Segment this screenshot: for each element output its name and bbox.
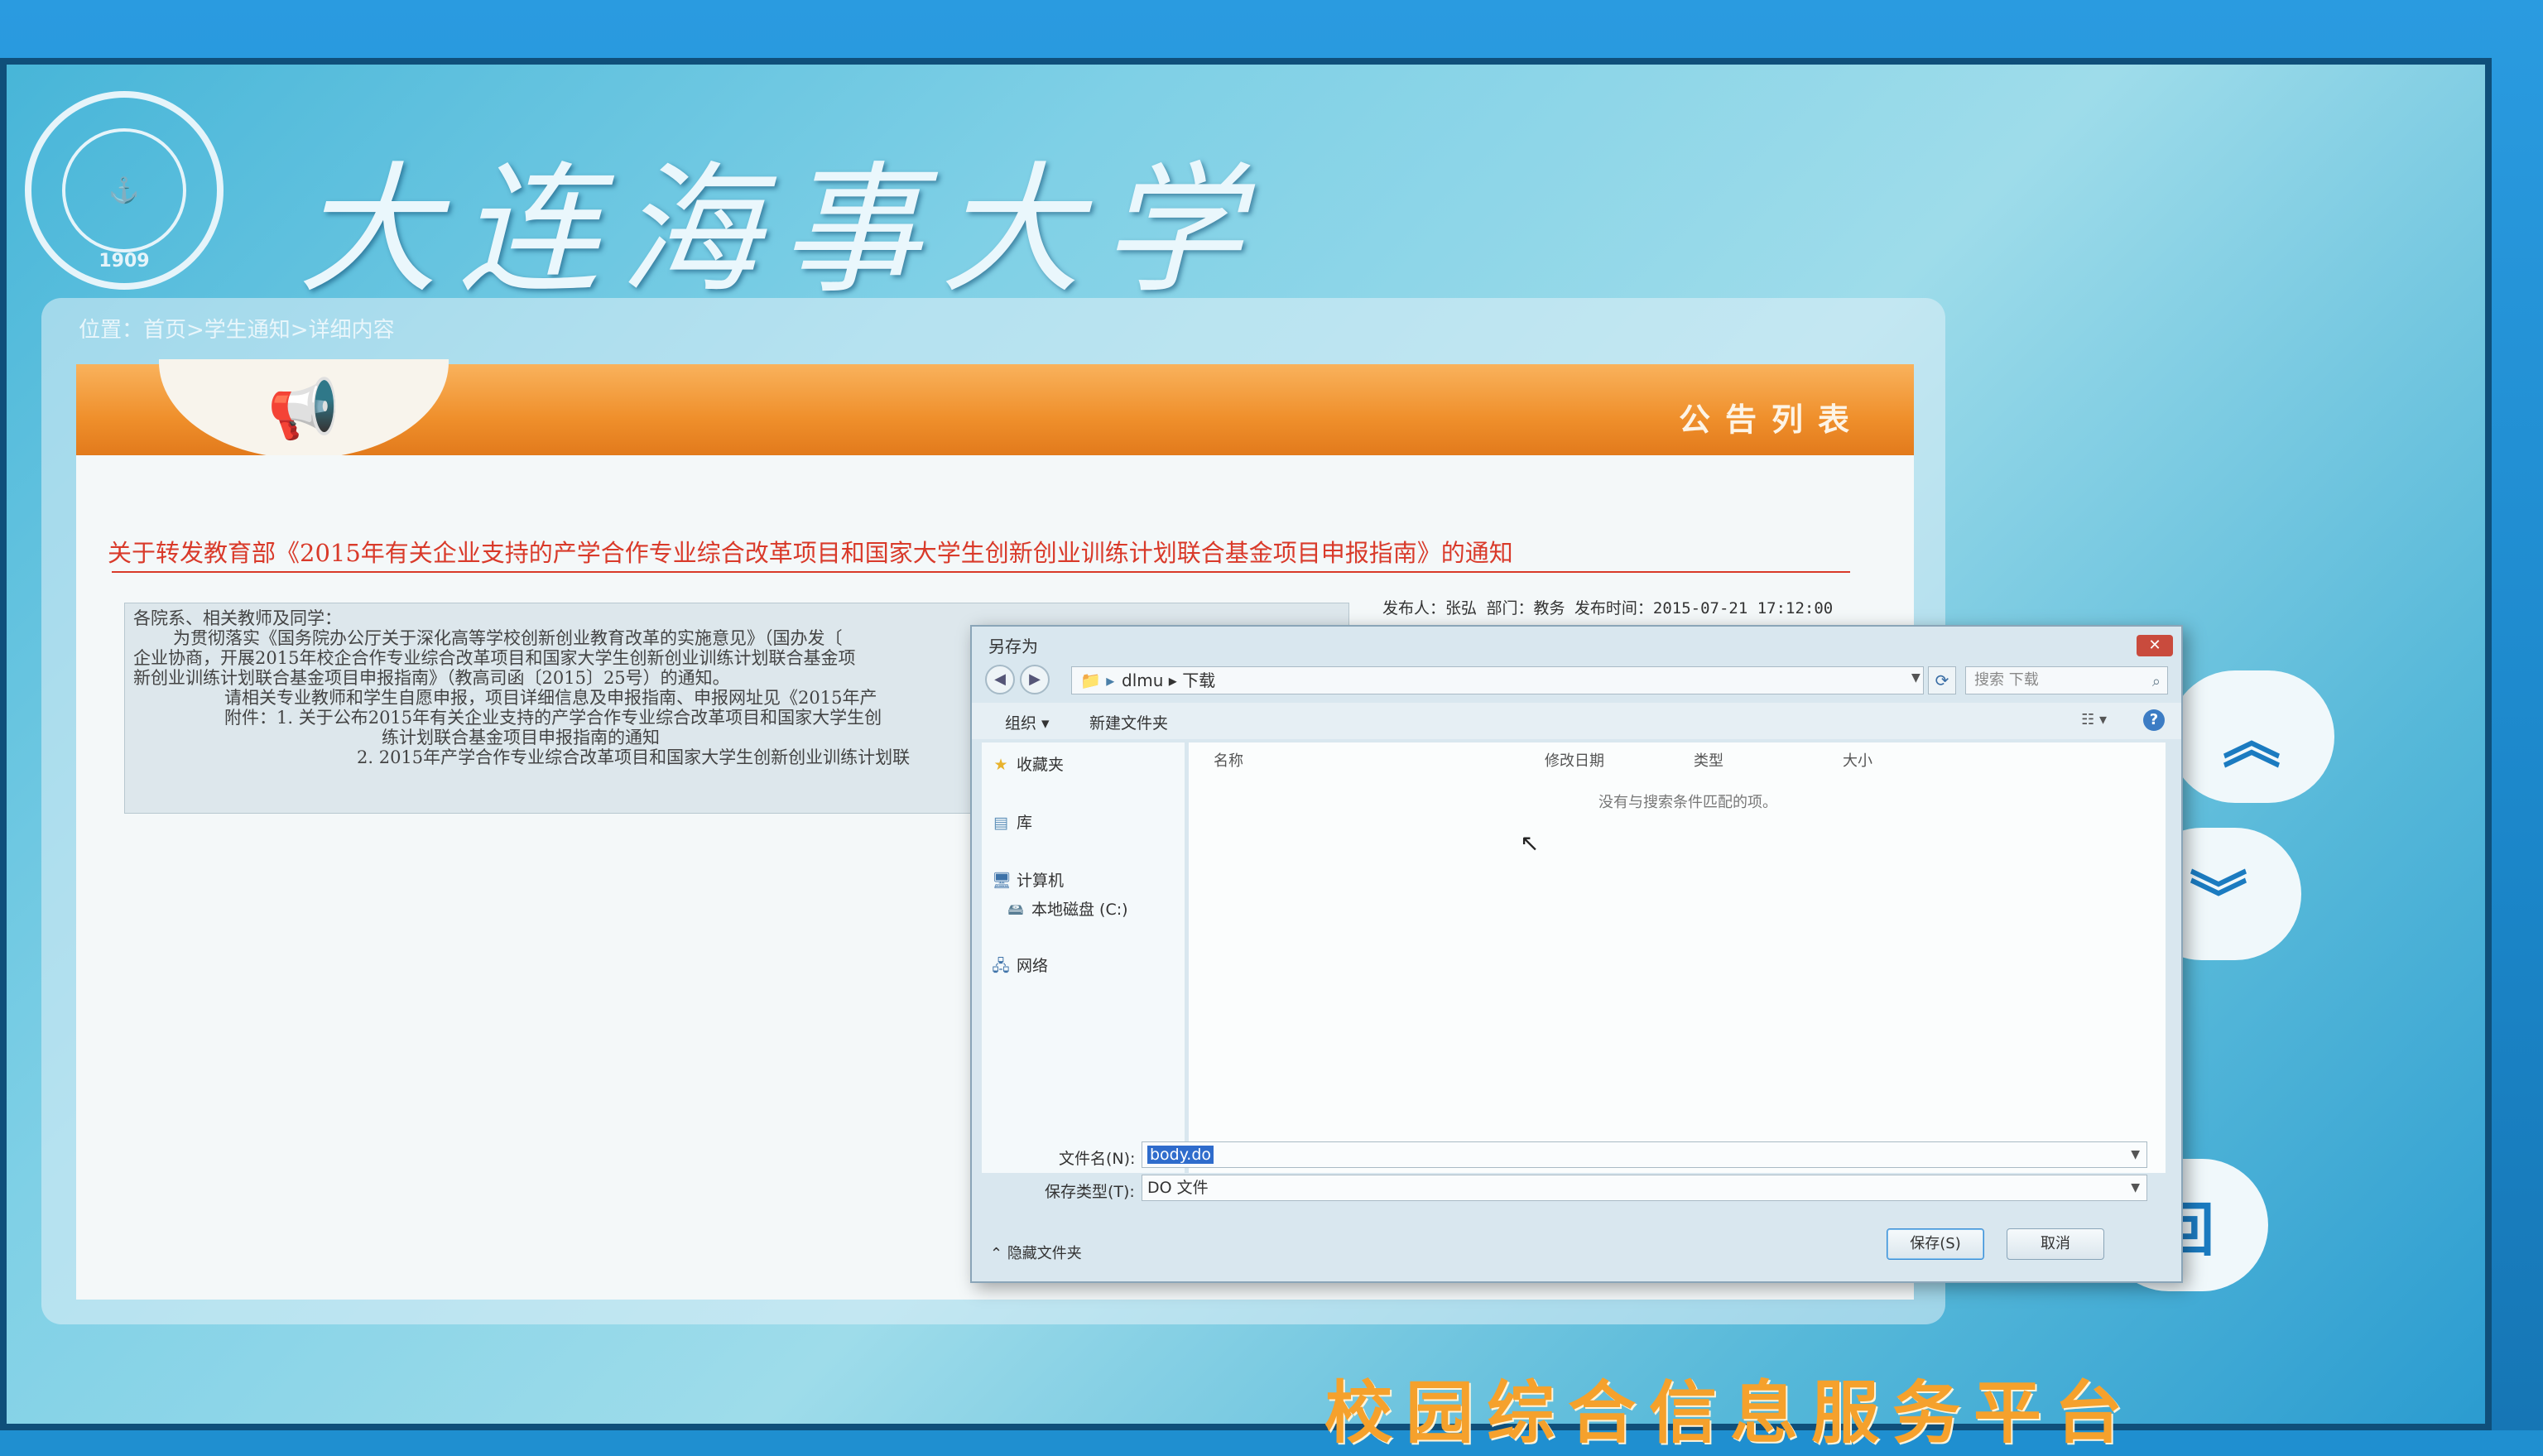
save-as-dialog: 另存为 ✕ ◀ ▶ 📁 ▸ dlmu ▸ 下载 ▼ ⟳ 搜索 下载 ⌕ 组织 ▾… (970, 625, 2183, 1283)
chevron-down-icon[interactable]: ▼ (2131, 1142, 2140, 1167)
filename-value: body.do (1147, 1146, 1214, 1164)
file-list-pane[interactable]: 名称 修改日期 类型 大小 没有与搜索条件匹配的项。 ↖ (1189, 742, 2166, 1173)
breadcrumb: 位置：首页>学生通知>详细内容 (79, 318, 395, 343)
filename-input[interactable]: body.do ▼ (1142, 1141, 2147, 1168)
back-arrow-icon[interactable]: ◀ (985, 665, 1015, 694)
hide-folders-toggle[interactable]: ⌃ 隐藏文件夹 (990, 1242, 1082, 1263)
logo-emblem: ⚓ (62, 128, 186, 252)
navigation-pane: ★ 收藏夹 ▤ 库 🖥 计算机 🖴 本地磁盘 (C:) 🖧 网络 (982, 742, 1185, 1173)
dialog-titlebar[interactable]: 另存为 ✕ (972, 627, 2181, 661)
chevron-down-icon[interactable]: ▼ (1911, 671, 1920, 685)
nav-item-favorites[interactable]: ★ 收藏夹 (992, 752, 1064, 775)
star-icon: ★ (993, 756, 1008, 774)
filetype-select[interactable]: DO 文件 ▼ (1142, 1175, 2147, 1201)
notice-title: 关于转发教育部《2015年有关企业支持的产学合作专业综合改革项目和国家大学生创新… (108, 539, 1513, 567)
nav-item-libraries[interactable]: ▤ 库 (992, 810, 1032, 833)
path-segment[interactable]: dlmu (1122, 670, 1163, 690)
forward-arrow-icon[interactable]: ▶ (1020, 665, 1050, 694)
logo-year: 1909 (99, 251, 150, 271)
nav-label: 库 (1017, 814, 1033, 832)
column-header-type[interactable]: 类型 (1694, 749, 1723, 771)
nav-item-local-disk[interactable]: 🖴 本地磁盘 (C:) (1007, 897, 1128, 925)
refresh-icon[interactable]: ⟳ (1928, 666, 1956, 694)
nav-label: 收藏夹 (1017, 756, 1065, 774)
mouse-cursor-icon: ↖ (1520, 829, 1540, 857)
network-icon: 🖧 (992, 957, 1010, 975)
nav-item-computer[interactable]: 🖥 计算机 (992, 868, 1064, 891)
scroll-up-button[interactable]: ︽ (2169, 670, 2334, 803)
university-name: 大连海事大学 (298, 149, 1262, 313)
filename-label: 文件名(N): (1059, 1150, 1136, 1168)
search-icon: ⌕ (2151, 673, 2161, 690)
drive-icon: 🖴 (1007, 901, 1024, 919)
path-segment[interactable]: 下载 (1182, 670, 1215, 690)
cancel-button[interactable]: 取消 (2007, 1228, 2104, 1260)
column-header-size[interactable]: 大小 (1843, 749, 1872, 771)
save-button[interactable]: 保存(S) (1887, 1228, 1984, 1260)
chevron-down-icon[interactable]: ▼ (2131, 1175, 2140, 1200)
organize-button[interactable]: 组织 ▾ (1005, 711, 1050, 733)
notice-meta: 发布人：张弘 部门：教务 发布时间：2015-07-21 17:12:00 (1382, 599, 1834, 617)
dialog-toolbar: 组织 ▾ 新建文件夹 ☷ ▾ ? (972, 703, 2181, 739)
announcement-banner: 📢 公告列表 (76, 359, 1914, 459)
new-folder-button[interactable]: 新建文件夹 (1089, 711, 1168, 733)
column-header-name[interactable]: 名称 (1214, 749, 1243, 771)
library-icon: ▤ (993, 814, 1008, 832)
megaphone-icon: 📢 (159, 359, 449, 459)
path-separator-icon: ▸ (1168, 670, 1183, 690)
nav-label: 本地磁盘 (C:) (1031, 901, 1128, 919)
computer-icon: 🖥 (992, 872, 1012, 890)
filetype-value: DO 文件 (1147, 1179, 1209, 1197)
nav-label: 网络 (1017, 957, 1049, 975)
search-placeholder: 搜索 下载 (1974, 671, 2039, 689)
empty-message: 没有与搜索条件匹配的项。 (1598, 794, 1777, 811)
view-options-icon[interactable]: ☷ ▾ (2081, 711, 2107, 728)
title-divider (112, 571, 1850, 573)
dialog-title: 另存为 (988, 637, 1038, 656)
university-logo: ⚓ 1909 (25, 91, 224, 290)
filetype-label: 保存类型(T): (1045, 1183, 1135, 1201)
search-input[interactable]: 搜索 下载 ⌕ (1965, 666, 2168, 694)
close-button[interactable]: ✕ (2137, 635, 2173, 656)
platform-title: 校园综合信息服务平台 (1324, 1373, 2137, 1453)
address-bar[interactable]: 📁 ▸ dlmu ▸ 下载 (1071, 666, 1924, 694)
chevron-up-icon: ⌃ (990, 1245, 1007, 1262)
folder-icon: 📁 ▸ (1080, 670, 1115, 690)
help-icon[interactable]: ? (2143, 709, 2165, 731)
banner-label: 公告列表 (1678, 401, 1864, 438)
nav-item-network[interactable]: 🖧 网络 (992, 954, 1048, 981)
hide-folders-label: 隐藏文件夹 (1007, 1245, 1082, 1262)
nav-label: 计算机 (1017, 872, 1065, 890)
column-header-date[interactable]: 修改日期 (1545, 749, 1604, 771)
